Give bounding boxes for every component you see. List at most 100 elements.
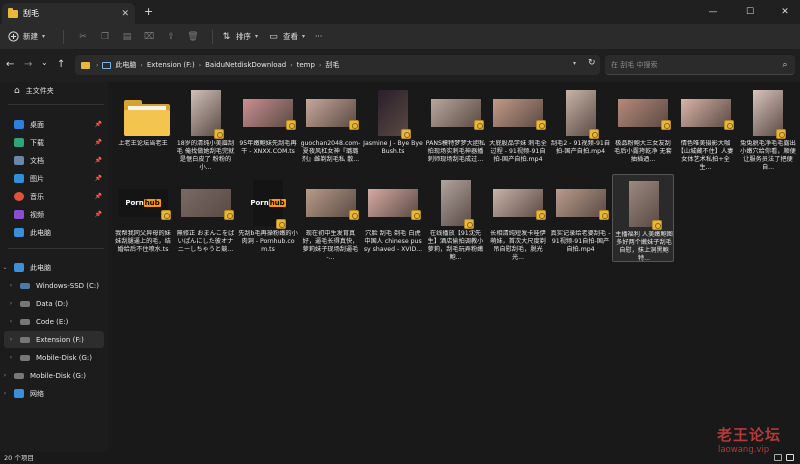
vertical-scrollbar[interactable] (792, 84, 796, 450)
video-file-item[interactable]: 极品粉鲍大三女友刮毛后小露挎乾净 无套抽插迺... (612, 84, 674, 172)
pin-icon[interactable]: 📌 (95, 193, 102, 200)
media-badge-icon (598, 210, 609, 220)
chevron-right-icon[interactable]: › (6, 336, 16, 343)
tab-title: 刮毛 (23, 9, 39, 18)
file-name: 在线播放【91沈先生】酒店偷拍调教小萝莉，刮毛玩弄粉嫩鲍... (427, 230, 484, 261)
media-badge-icon (661, 120, 671, 130)
sidebar-item-drive-d[interactable]: › Data (D:) (0, 295, 108, 312)
video-file-item[interactable]: 真实记录给老婆刮毛 - 91视频-91自拍-国产自拍.mp4 (550, 174, 612, 262)
paste-icon[interactable]: ▤ (116, 28, 138, 46)
more-options-button[interactable]: ··· (315, 32, 322, 41)
breadcrumb-current[interactable]: 刮毛 (325, 60, 339, 70)
sidebar-item-drive-f[interactable]: › Extension (F:) (4, 331, 104, 348)
share-icon[interactable]: ⇪ (160, 28, 182, 46)
video-file-item[interactable]: 兔兔脱毛净毛毛露出小嫩穴给你看，顺便让服务员法了把便自... (737, 84, 799, 172)
video-file-item[interactable]: Pornhub 我帮我同父异母的妹妹刮腿逼上的毛，结婚给后不住喷水.ts (112, 174, 174, 262)
sidebar-item-label: Mobile-Disk (G:) (30, 371, 86, 380)
video-file-item[interactable]: 情色唯美摄影大咖【山城藏不住】人妻女体艺术私拍+全生... (675, 84, 737, 172)
forward-arrow-icon[interactable]: → (24, 59, 32, 70)
pin-icon[interactable]: 📌 (95, 211, 102, 218)
pin-icon[interactable]: 📌 (95, 157, 102, 164)
tab-current[interactable]: 刮毛 ✕ (2, 3, 135, 24)
video-file-item[interactable]: 18岁的清纯小美眉刮毛 俺找做她刮毛完就是惬白皮了 粉粉的小... (175, 84, 237, 172)
back-arrow-icon[interactable]: ← (6, 59, 14, 70)
sidebar-item-mobile-disk[interactable]: › Mobile-Disk (G:) (0, 367, 108, 384)
folder-item[interactable]: 上老王论坛当老王 (112, 84, 174, 172)
cut-icon[interactable]: ✂ (72, 28, 94, 46)
tab-close-icon[interactable]: ✕ (121, 9, 129, 19)
sidebar-item-downloads[interactable]: 下载 📌 (0, 134, 108, 151)
details-view-icon[interactable] (774, 454, 782, 461)
folder-icon (81, 61, 90, 69)
new-button[interactable]: 新建 ▾ (8, 31, 45, 42)
close-window-button[interactable]: ✕ (768, 0, 800, 24)
sidebar-item-this-pc-quick[interactable]: 此电脑 (0, 224, 108, 241)
video-file-item[interactable]: Jasmine J - Bye Bye Bush.ts (362, 84, 424, 172)
sidebar-item-this-pc[interactable]: ⌄ 此电脑 (0, 259, 108, 276)
video-file-item[interactable]: 刮毛2 - 91视频-91自拍-国产自拍.mp4 (550, 84, 612, 172)
chevron-right-icon[interactable]: › (6, 282, 16, 289)
sidebar-item-label: Windows-SSD (C:) (36, 281, 99, 290)
sidebar-item-pictures[interactable]: 图片 📌 (0, 170, 108, 187)
video-file-item[interactable]: guochan2048.com-夏夜风杠女神『璐璐剂』雌剃刮毛私 散... (300, 84, 362, 172)
chevron-right-icon[interactable]: › (6, 354, 16, 361)
chevron-right-icon[interactable]: › (0, 372, 10, 379)
refresh-icon[interactable]: ↻ (588, 58, 596, 68)
sidebar-item-label: 此电脑 (30, 228, 51, 237)
video-file-item[interactable]: 95年嫩鲍妹先刮毛再干 - XNXX.COM.ts (237, 84, 299, 172)
address-bar[interactable]: › 此电脑 › Extension (F:) › BaiduNetdiskDow… (75, 55, 600, 75)
video-file-item[interactable]: 长相清纯短发卡哇伊萌妹，首次大尺度剃吊自慰刮毛，脱光光... (487, 174, 549, 262)
search-icon[interactable]: ⌕ (775, 60, 795, 70)
file-name: 先刮b毛再操粉嫩的小肉洞 - Pornhub.com.ts (238, 230, 298, 253)
chevron-right-icon[interactable]: › (0, 390, 10, 397)
video-file-item[interactable]: 穴脸 刮毛 剃毛 白虎 中国人 chinese pussy shaved - X… (362, 174, 424, 262)
chevron-down-icon[interactable]: ⌄ (0, 264, 10, 271)
pin-icon[interactable]: 📌 (95, 175, 102, 182)
recent-chevron-icon[interactable]: ⌄ (41, 58, 48, 67)
video-file-item[interactable]: 大屁股品学妹 刺毛全过程 - 91视频-91自拍-国产自拍.mp4 (487, 84, 549, 172)
chevron-right-icon: › (96, 61, 99, 69)
new-tab-button[interactable]: + (144, 5, 153, 18)
download-icon (14, 138, 24, 147)
sidebar-item-documents[interactable]: 文档 📌 (0, 152, 108, 169)
tiles-view-icon[interactable] (786, 454, 794, 461)
sidebar-item-drive-e[interactable]: › Code (E:) (0, 313, 108, 330)
breadcrumb-temp[interactable]: temp (297, 61, 315, 69)
sort-button[interactable]: ⇅ 排序 ▾ (221, 31, 258, 42)
sidebar-item-network[interactable]: › 网络 (0, 385, 108, 402)
up-arrow-icon[interactable]: ↑ (57, 59, 65, 70)
video-file-item[interactable]: PANS模特梦梦大胆私拍现场实刺毛神器播刺师现场刮毛成过... (425, 84, 487, 172)
search-box[interactable]: 在 刮毛 中搜索 ⌕ (605, 55, 795, 75)
rename-icon[interactable]: ⌧ (138, 28, 160, 46)
sidebar-item-home[interactable]: ⌂ 主文件夹 (0, 82, 108, 99)
sidebar-item-music[interactable]: 音乐 📌 (0, 188, 108, 205)
address-dropdown-icon[interactable]: ▾ (573, 60, 576, 67)
sort-icon: ⇅ (222, 31, 231, 42)
view-button[interactable]: ▭ 查看 ▾ (268, 31, 305, 42)
video-file-item[interactable]: 在线播放【91沈先生】酒店偷拍调教小萝莉，刮毛玩弄粉嫩鲍... (425, 174, 487, 262)
delete-icon[interactable]: 🗑 (182, 28, 204, 46)
chevron-right-icon[interactable]: › (6, 318, 16, 325)
pin-icon[interactable]: 📌 (95, 139, 102, 146)
media-badge-icon (223, 210, 234, 220)
pin-icon[interactable]: 📌 (95, 121, 102, 128)
breadcrumb-baidu[interactable]: BaiduNetdiskDownload (205, 61, 286, 69)
minimize-button[interactable]: — (696, 0, 730, 24)
copy-icon[interactable]: ❐ (94, 28, 116, 46)
media-badge-icon (401, 129, 411, 139)
sidebar-item-desktop[interactable]: 桌面 📌 (0, 116, 108, 133)
video-file-item[interactable]: 主播福利 人美嫩鲍图多好两个嫩妹子刮毛自慰，抹上洞黑鲍特... (612, 174, 674, 262)
video-file-item[interactable]: Pornhub 先刮b毛再操粉嫩的小肉洞 - Pornhub.com.ts (237, 174, 299, 262)
video-file-item[interactable]: 现在初中生发育真好，逼毛长得真快，萝莉妹子现场刮逼毛 -... (300, 174, 362, 262)
breadcrumb-drive[interactable]: Extension (F:) (147, 61, 195, 69)
maximize-button[interactable]: ☐ (733, 0, 767, 24)
video-file-item[interactable]: 無修正 おまんこをぱいぱんにした彼オナニーしちゃうと競... (175, 174, 237, 262)
chevron-right-icon[interactable]: › (6, 300, 16, 307)
sidebar-item-videos[interactable]: 视频 📌 (0, 206, 108, 223)
title-bar: 刮毛 ✕ + — ☐ ✕ (0, 0, 800, 24)
video-thumbnail (179, 88, 233, 139)
file-name: 95年嫩鲍妹先刮毛再干 - XNXX.COM.ts (239, 140, 297, 155)
sidebar-item-drive-c[interactable]: › Windows-SSD (C:) (0, 277, 108, 294)
breadcrumb-this-pc[interactable]: 此电脑 (115, 60, 136, 70)
sidebar-item-drive-g[interactable]: › Mobile-Disk (G:) (0, 349, 108, 366)
